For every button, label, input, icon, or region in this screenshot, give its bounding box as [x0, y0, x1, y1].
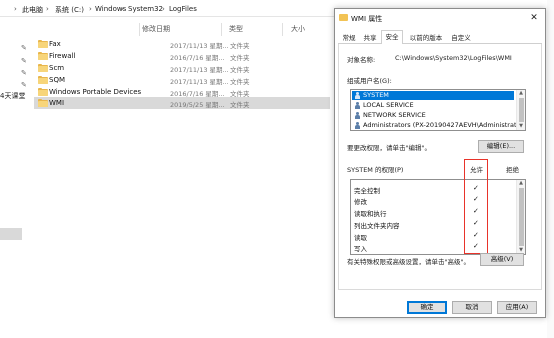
folder-icon [38, 64, 48, 72]
user-name: SYSTEM [363, 91, 389, 99]
address-bar[interactable]: › 此电脑 › 系统 (C:) › Windows › System32 › L… [0, 2, 334, 17]
allow-column-highlight [464, 159, 488, 254]
pin-icon[interactable]: ✎ [21, 57, 27, 65]
file-name: Firewall [49, 52, 76, 60]
column-separator [221, 23, 222, 36]
column-header-size[interactable]: 大小 [291, 24, 305, 36]
file-date: 2017/11/13 星期... [170, 78, 229, 86]
file-row-selected[interactable]: WMI 2019/5/25 星期... 文件夹 [34, 97, 330, 109]
user-group-icon [354, 102, 361, 109]
file-type: 文件夹 [230, 78, 250, 86]
deny-header: 拒绝 [506, 166, 519, 174]
file-name: Fax [49, 40, 61, 48]
advanced-button[interactable]: 高级(V) [480, 253, 524, 266]
user-item[interactable]: LOCAL SERVICE [352, 101, 514, 110]
permissions-title: SYSTEM 的权限(P) [347, 166, 404, 174]
column-header-type[interactable]: 类型 [229, 24, 243, 36]
user-item[interactable]: Administrators (PX-20190427AEVH\Administ… [352, 121, 525, 130]
file-date: 2017/11/13 星期... [170, 42, 229, 50]
apply-button[interactable]: 应用(A) [497, 301, 537, 314]
file-row[interactable]: Fax 2017/11/13 星期... 文件夹 [34, 38, 330, 50]
user-name: LOCAL SERVICE [363, 101, 414, 109]
pin-icon[interactable]: ✎ [21, 44, 27, 52]
permissions-scrollbar[interactable]: ▲ ▼ [516, 180, 525, 254]
breadcrumb-item[interactable]: System32 [128, 5, 163, 13]
breadcrumb-item[interactable]: 系统 (C:) [55, 5, 84, 15]
advanced-hint: 有关特殊权限或高级设置，请单击"高级"。 [347, 258, 470, 266]
file-row[interactable]: Firewall 2016/7/16 星期... 文件夹 [34, 50, 330, 62]
file-type: 文件夹 [230, 42, 250, 50]
nav-item-selected[interactable] [0, 228, 22, 240]
ok-button[interactable]: 确定 [407, 301, 447, 314]
close-icon[interactable]: ✕ [527, 12, 541, 24]
file-type: 文件夹 [230, 101, 250, 109]
dialog-title: WMI 属性 [351, 15, 383, 23]
folder-icon [38, 76, 48, 84]
column-separator [139, 23, 140, 36]
folder-icon [38, 40, 48, 48]
pin-icon[interactable]: ✎ [21, 81, 27, 89]
breadcrumb-chevron-icon: › [121, 5, 124, 13]
users-scrollbar[interactable]: ▲ ▼ [516, 90, 525, 130]
scroll-thumb[interactable] [519, 188, 524, 246]
permission-name: 修改 [354, 198, 367, 206]
folder-icon [38, 99, 48, 107]
file-name: SQM [49, 76, 65, 84]
permission-name: 读取 [354, 234, 367, 242]
folder-icon [339, 14, 348, 21]
breadcrumb-item[interactable]: 此电脑 [22, 5, 43, 15]
object-name-label: 对象名称: [347, 56, 376, 64]
file-type: 文件夹 [230, 66, 250, 74]
scroll-up-icon[interactable]: ▲ [517, 180, 525, 187]
background-window-edge [547, 0, 554, 338]
edit-hint: 要更改权限，请单击"编辑"。 [347, 144, 431, 152]
properties-dialog: WMI 属性 ✕ 常规 共享 安全 以前的版本 自定义 对象名称: C:\Win… [334, 8, 546, 318]
scroll-up-icon[interactable]: ▲ [517, 90, 525, 97]
folder-icon [38, 52, 48, 60]
users-listbox[interactable]: SYSTEM LOCAL SERVICE NETWORK SERVICE Adm… [350, 89, 526, 131]
permission-name: 写入 [354, 245, 367, 253]
file-row[interactable]: Scm 2017/11/13 星期... 文件夹 [34, 62, 330, 74]
scroll-down-icon[interactable]: ▼ [517, 123, 525, 130]
user-group-icon [354, 92, 361, 99]
permissions-list: 完全控制 ✓ 修改 ✓ 读取和执行 ✓ 列出文件夹内容 ✓ 读取 ✓ 写入 ✓ … [350, 179, 526, 255]
user-item[interactable]: NETWORK SERVICE [352, 111, 514, 120]
user-name: Administrators (PX-20190427AEVH\Administ… [363, 121, 526, 129]
breadcrumb-chevron-icon: › [46, 5, 49, 13]
file-date: 2017/11/13 星期... [170, 66, 229, 74]
scroll-thumb[interactable] [519, 98, 524, 122]
file-name: WMI [49, 99, 65, 107]
permission-name: 完全控制 [354, 187, 380, 195]
groups-label: 组或用户名(G): [347, 77, 392, 85]
user-item-selected[interactable]: SYSTEM [352, 91, 514, 100]
pin-icon[interactable]: ✎ [21, 69, 27, 77]
permission-name: 列出文件夹内容 [354, 222, 400, 230]
breadcrumb-chevron-icon: › [14, 5, 17, 13]
folder-icon [38, 88, 48, 96]
file-type: 文件夹 [230, 54, 250, 62]
nav-item-label[interactable]: 4天课堂 [0, 91, 25, 101]
user-group-icon [354, 122, 361, 129]
user-name: NETWORK SERVICE [363, 111, 426, 119]
file-name: Windows Portable Devices [49, 88, 142, 96]
edit-button[interactable]: 编辑(E)... [478, 140, 524, 153]
file-date: 2019/5/25 星期... [170, 101, 225, 109]
column-header-date[interactable]: 修改日期 [142, 24, 170, 36]
dialog-titlebar[interactable]: WMI 属性 ✕ [335, 9, 545, 27]
breadcrumb-item[interactable]: LogFiles [169, 5, 197, 13]
file-row[interactable]: SQM 2017/11/13 星期... 文件夹 [34, 74, 330, 86]
column-separator [282, 23, 283, 36]
breadcrumb-chevron-icon: › [162, 5, 165, 13]
file-date: 2016/7/16 星期... [170, 54, 225, 62]
file-name: Scm [49, 64, 65, 72]
object-name-value: C:\Windows\System32\LogFiles\WMI [395, 54, 512, 62]
breadcrumb-chevron-icon: › [89, 5, 92, 13]
permission-name: 读取和执行 [354, 210, 387, 218]
tab-security[interactable]: 安全 [381, 30, 403, 44]
user-group-icon [354, 112, 361, 119]
cancel-button[interactable]: 取消 [452, 301, 492, 314]
